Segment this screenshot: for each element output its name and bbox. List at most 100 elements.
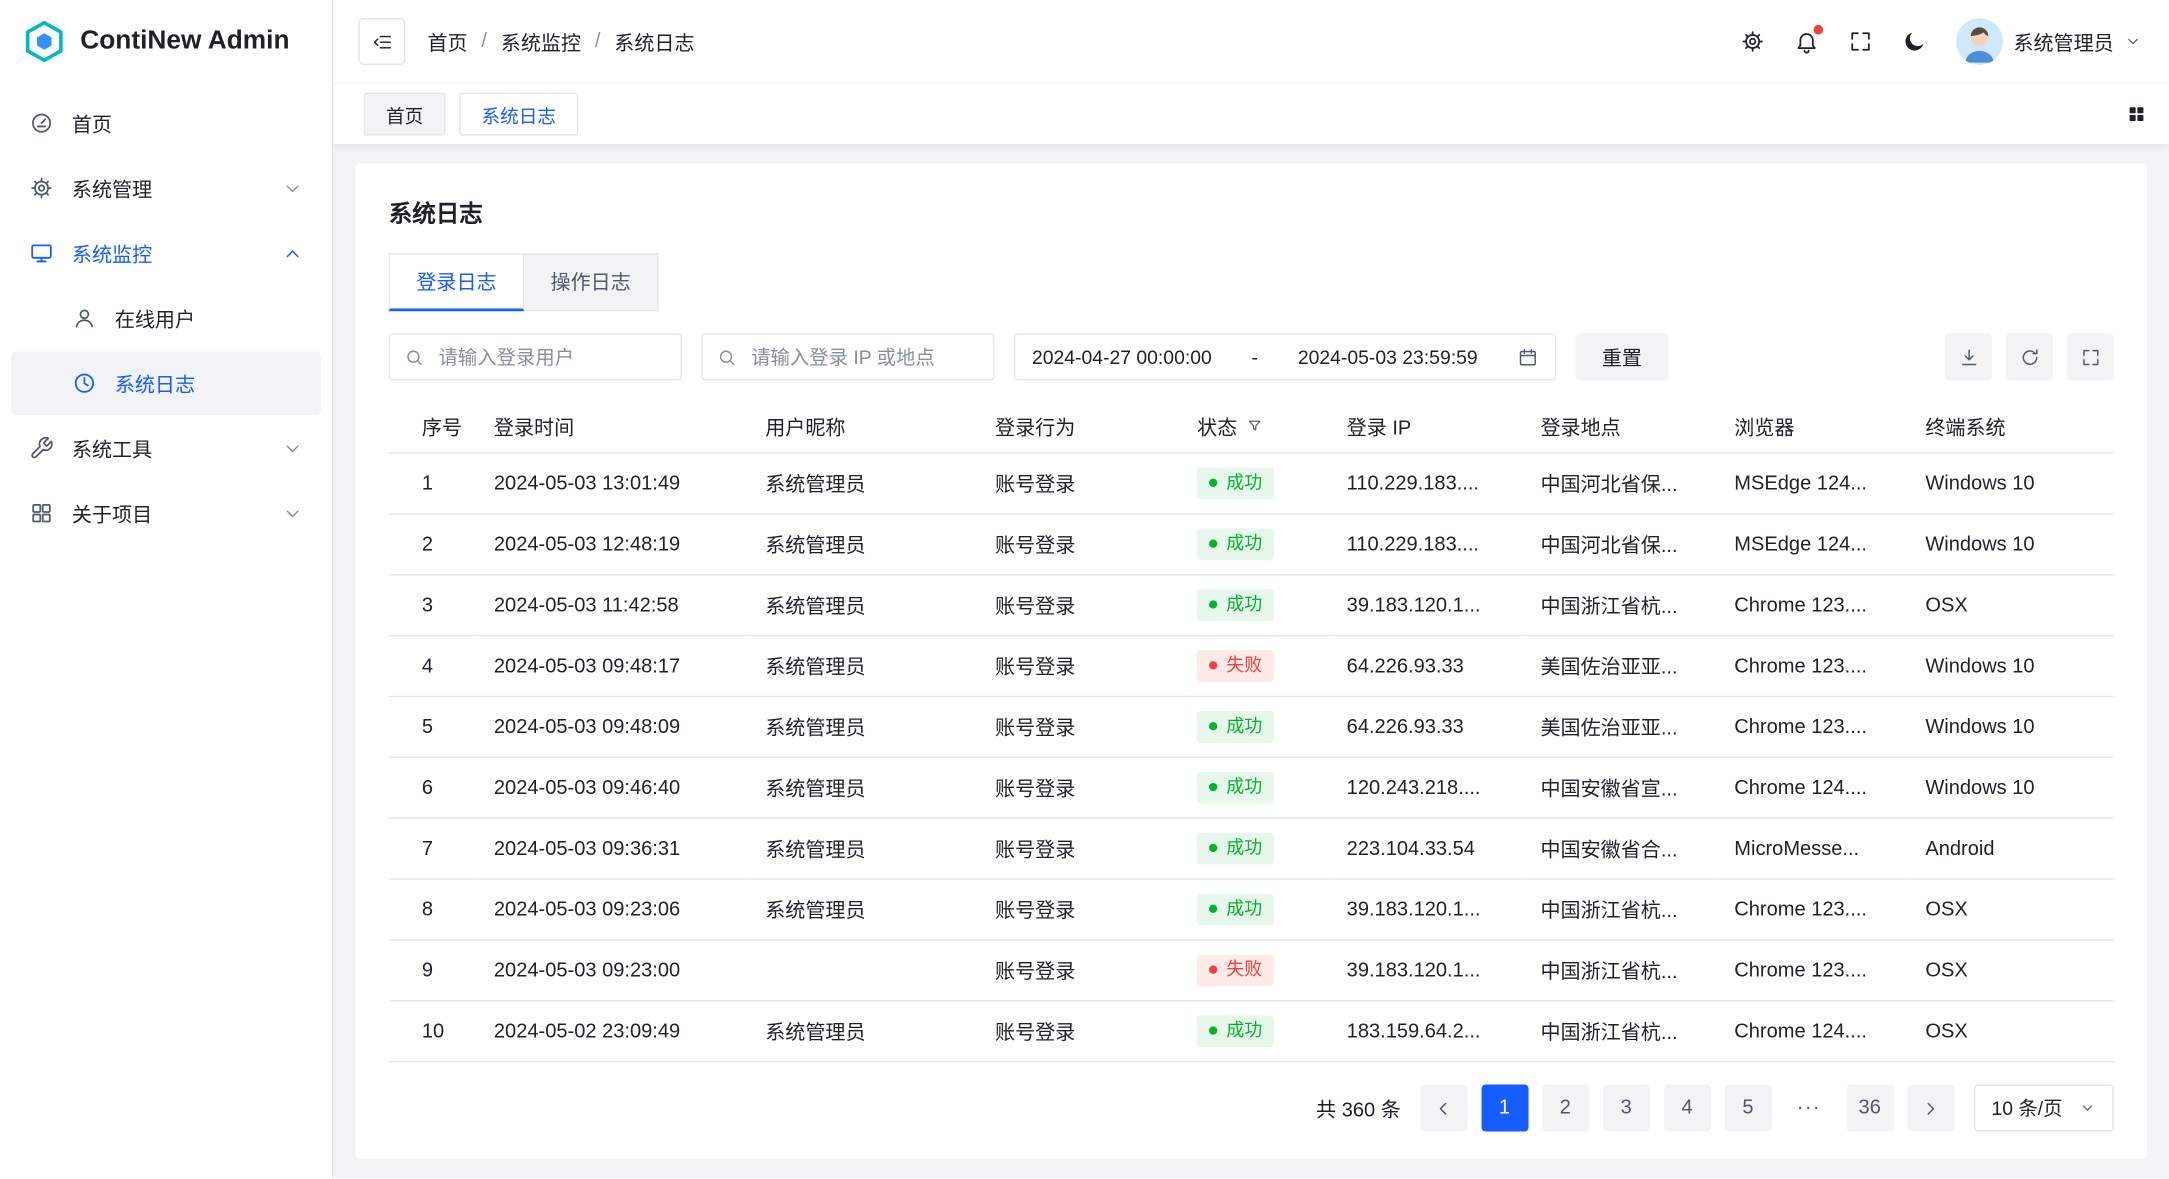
date-range-picker[interactable]: 2024-04-27 00:00:00 - 2024-05-03 23:59:5…: [1014, 333, 1556, 380]
sidebar-item-system-monitor[interactable]: 系统监控: [11, 221, 321, 285]
cell-time: 2024-05-03 09:48:09: [477, 696, 748, 757]
cell-browser: Chrome 123....: [1718, 575, 1909, 636]
page-size-select[interactable]: 10 条/页: [1973, 1085, 2113, 1132]
cell-behavior: 账号登录: [978, 514, 1180, 575]
col-behavior: 登录行为: [978, 400, 1180, 453]
login-ip-input[interactable]: [748, 344, 979, 369]
cell-behavior: 账号登录: [978, 636, 1180, 697]
sidebar-item-label: 系统日志: [115, 369, 195, 398]
cell-os: OSX: [1909, 940, 2114, 1001]
login-ip-search[interactable]: [701, 333, 994, 380]
table-toolbar: [1945, 333, 2114, 380]
sidebar-item-system-management[interactable]: 系统管理: [11, 156, 321, 220]
cell-nickname: 系统管理员: [749, 575, 979, 636]
table-row: 7 2024-05-03 09:36:31 系统管理员 账号登录 成功 223.…: [389, 818, 2114, 879]
export-button[interactable]: [1945, 333, 1992, 380]
sidebar-collapse-button[interactable]: [358, 18, 405, 65]
cell-time: 2024-05-03 11:42:58: [477, 575, 748, 636]
status-badge: 失败: [1197, 955, 1274, 987]
cell-status: 成功: [1181, 453, 1331, 514]
settings-button[interactable]: [1739, 29, 1764, 54]
page-content: 系统日志 登录日志 操作日志 2024-04-27 00:00:: [333, 144, 2169, 1179]
cell-behavior: 账号登录: [978, 1001, 1180, 1062]
cell-ip: 223.104.33.54: [1330, 818, 1524, 879]
next-page-button[interactable]: [1907, 1085, 1954, 1132]
table-row: 2 2024-05-03 12:48:19 系统管理员 账号登录 成功 110.…: [389, 514, 2114, 575]
cell-location: 中国浙江省杭...: [1524, 1001, 1718, 1062]
page-button-2[interactable]: 2: [1542, 1085, 1589, 1132]
page-button-3[interactable]: 3: [1603, 1085, 1650, 1132]
fullscreen-button[interactable]: [1847, 29, 1872, 54]
login-user-input[interactable]: [436, 344, 667, 369]
user-name: 系统管理员: [2013, 27, 2113, 56]
date-start: 2024-04-27 00:00:00: [1032, 346, 1212, 368]
chevron-left-icon: [1433, 1098, 1454, 1119]
breadcrumb-item[interactable]: 系统监控: [501, 27, 581, 56]
cell-no: 2: [389, 514, 478, 575]
cell-status: 成功: [1181, 818, 1331, 879]
col-status: 状态: [1181, 400, 1331, 453]
table-fullscreen-button[interactable]: [2067, 333, 2114, 380]
tab-login-log[interactable]: 登录日志: [389, 253, 525, 311]
breadcrumb-item[interactable]: 首页: [427, 27, 467, 56]
page-button-1[interactable]: 1: [1481, 1085, 1528, 1132]
notification-dot: [1813, 25, 1823, 35]
prev-page-button[interactable]: [1420, 1085, 1467, 1132]
dark-mode-toggle[interactable]: [1901, 29, 1926, 54]
sidebar-item-home[interactable]: 首页: [11, 91, 321, 155]
cell-browser: MSEdge 124...: [1718, 514, 1909, 575]
cell-nickname: 系统管理员: [749, 757, 979, 818]
page-ellipsis-button[interactable]: ···: [1785, 1085, 1832, 1132]
cell-status: 失败: [1181, 636, 1331, 697]
col-os: 终端系统: [1909, 400, 2114, 453]
app-logo-row[interactable]: ContiNew Admin: [0, 0, 332, 83]
cell-time: 2024-05-02 23:09:49: [477, 1001, 748, 1062]
sidebar-item-system-logs[interactable]: 系统日志: [11, 351, 321, 415]
sidebar-item-system-tools[interactable]: 系统工具: [11, 416, 321, 480]
login-user-search[interactable]: [389, 333, 682, 380]
sidebar-item-label: 系统管理: [72, 174, 152, 203]
cell-ip: 110.229.183....: [1330, 514, 1524, 575]
filter-icon[interactable]: [1247, 418, 1264, 435]
sidebar-item-online-users[interactable]: 在线用户: [11, 286, 321, 350]
top-bar-actions: 系统管理员: [1739, 18, 2141, 65]
page-button-5[interactable]: 5: [1724, 1085, 1771, 1132]
cell-status: 成功: [1181, 514, 1331, 575]
page-button-4[interactable]: 4: [1664, 1085, 1711, 1132]
user-menu[interactable]: 系统管理员: [1955, 18, 2141, 65]
cell-os: OSX: [1909, 879, 2114, 940]
refresh-button[interactable]: [2006, 333, 2053, 380]
cell-status: 成功: [1181, 879, 1331, 940]
notifications-button[interactable]: [1793, 29, 1818, 54]
col-login-ip: 登录 IP: [1330, 400, 1524, 453]
reset-button[interactable]: 重置: [1576, 333, 1669, 380]
sidebar-item-about[interactable]: 关于项目: [11, 481, 321, 545]
tab-operation-log[interactable]: 操作日志: [524, 253, 658, 311]
monitor-icon: [29, 241, 54, 266]
tab-system-logs[interactable]: 系统日志: [459, 93, 578, 136]
chevron-down-icon: [2079, 1100, 2096, 1117]
sidebar-menu: 首页 系统管理 系统监控 在线用户 系统日志 系统工具: [0, 83, 332, 553]
cell-nickname: [749, 940, 979, 1001]
col-browser: 浏览器: [1718, 400, 1909, 453]
table-row: 3 2024-05-03 11:42:58 系统管理员 账号登录 成功 39.1…: [389, 575, 2114, 636]
page-button-36[interactable]: 36: [1846, 1085, 1893, 1132]
breadcrumb: 首页 / 系统监控 / 系统日志: [427, 27, 694, 56]
cell-os: Windows 10: [1909, 757, 2114, 818]
cell-browser: Chrome 123....: [1718, 879, 1909, 940]
tab-home[interactable]: 首页: [364, 93, 446, 136]
status-badge: 成功: [1197, 1015, 1274, 1047]
cell-ip: 120.243.218....: [1330, 757, 1524, 818]
status-badge: 成功: [1197, 711, 1274, 743]
tab-actions-button[interactable]: [2126, 104, 2147, 125]
cell-status: 成功: [1181, 696, 1331, 757]
cell-location: 中国浙江省杭...: [1524, 575, 1718, 636]
cell-location: 中国浙江省杭...: [1524, 940, 1718, 1001]
cell-ip: 110.229.183....: [1330, 453, 1524, 514]
cell-no: 7: [389, 818, 478, 879]
app-logo-icon: [22, 19, 66, 63]
app-title: ContiNew Admin: [80, 26, 289, 56]
cell-browser: MSEdge 124...: [1718, 453, 1909, 514]
chevron-down-icon: [2125, 33, 2142, 50]
log-card: 系统日志 登录日志 操作日志 2024-04-27 00:00:: [356, 163, 2147, 1159]
